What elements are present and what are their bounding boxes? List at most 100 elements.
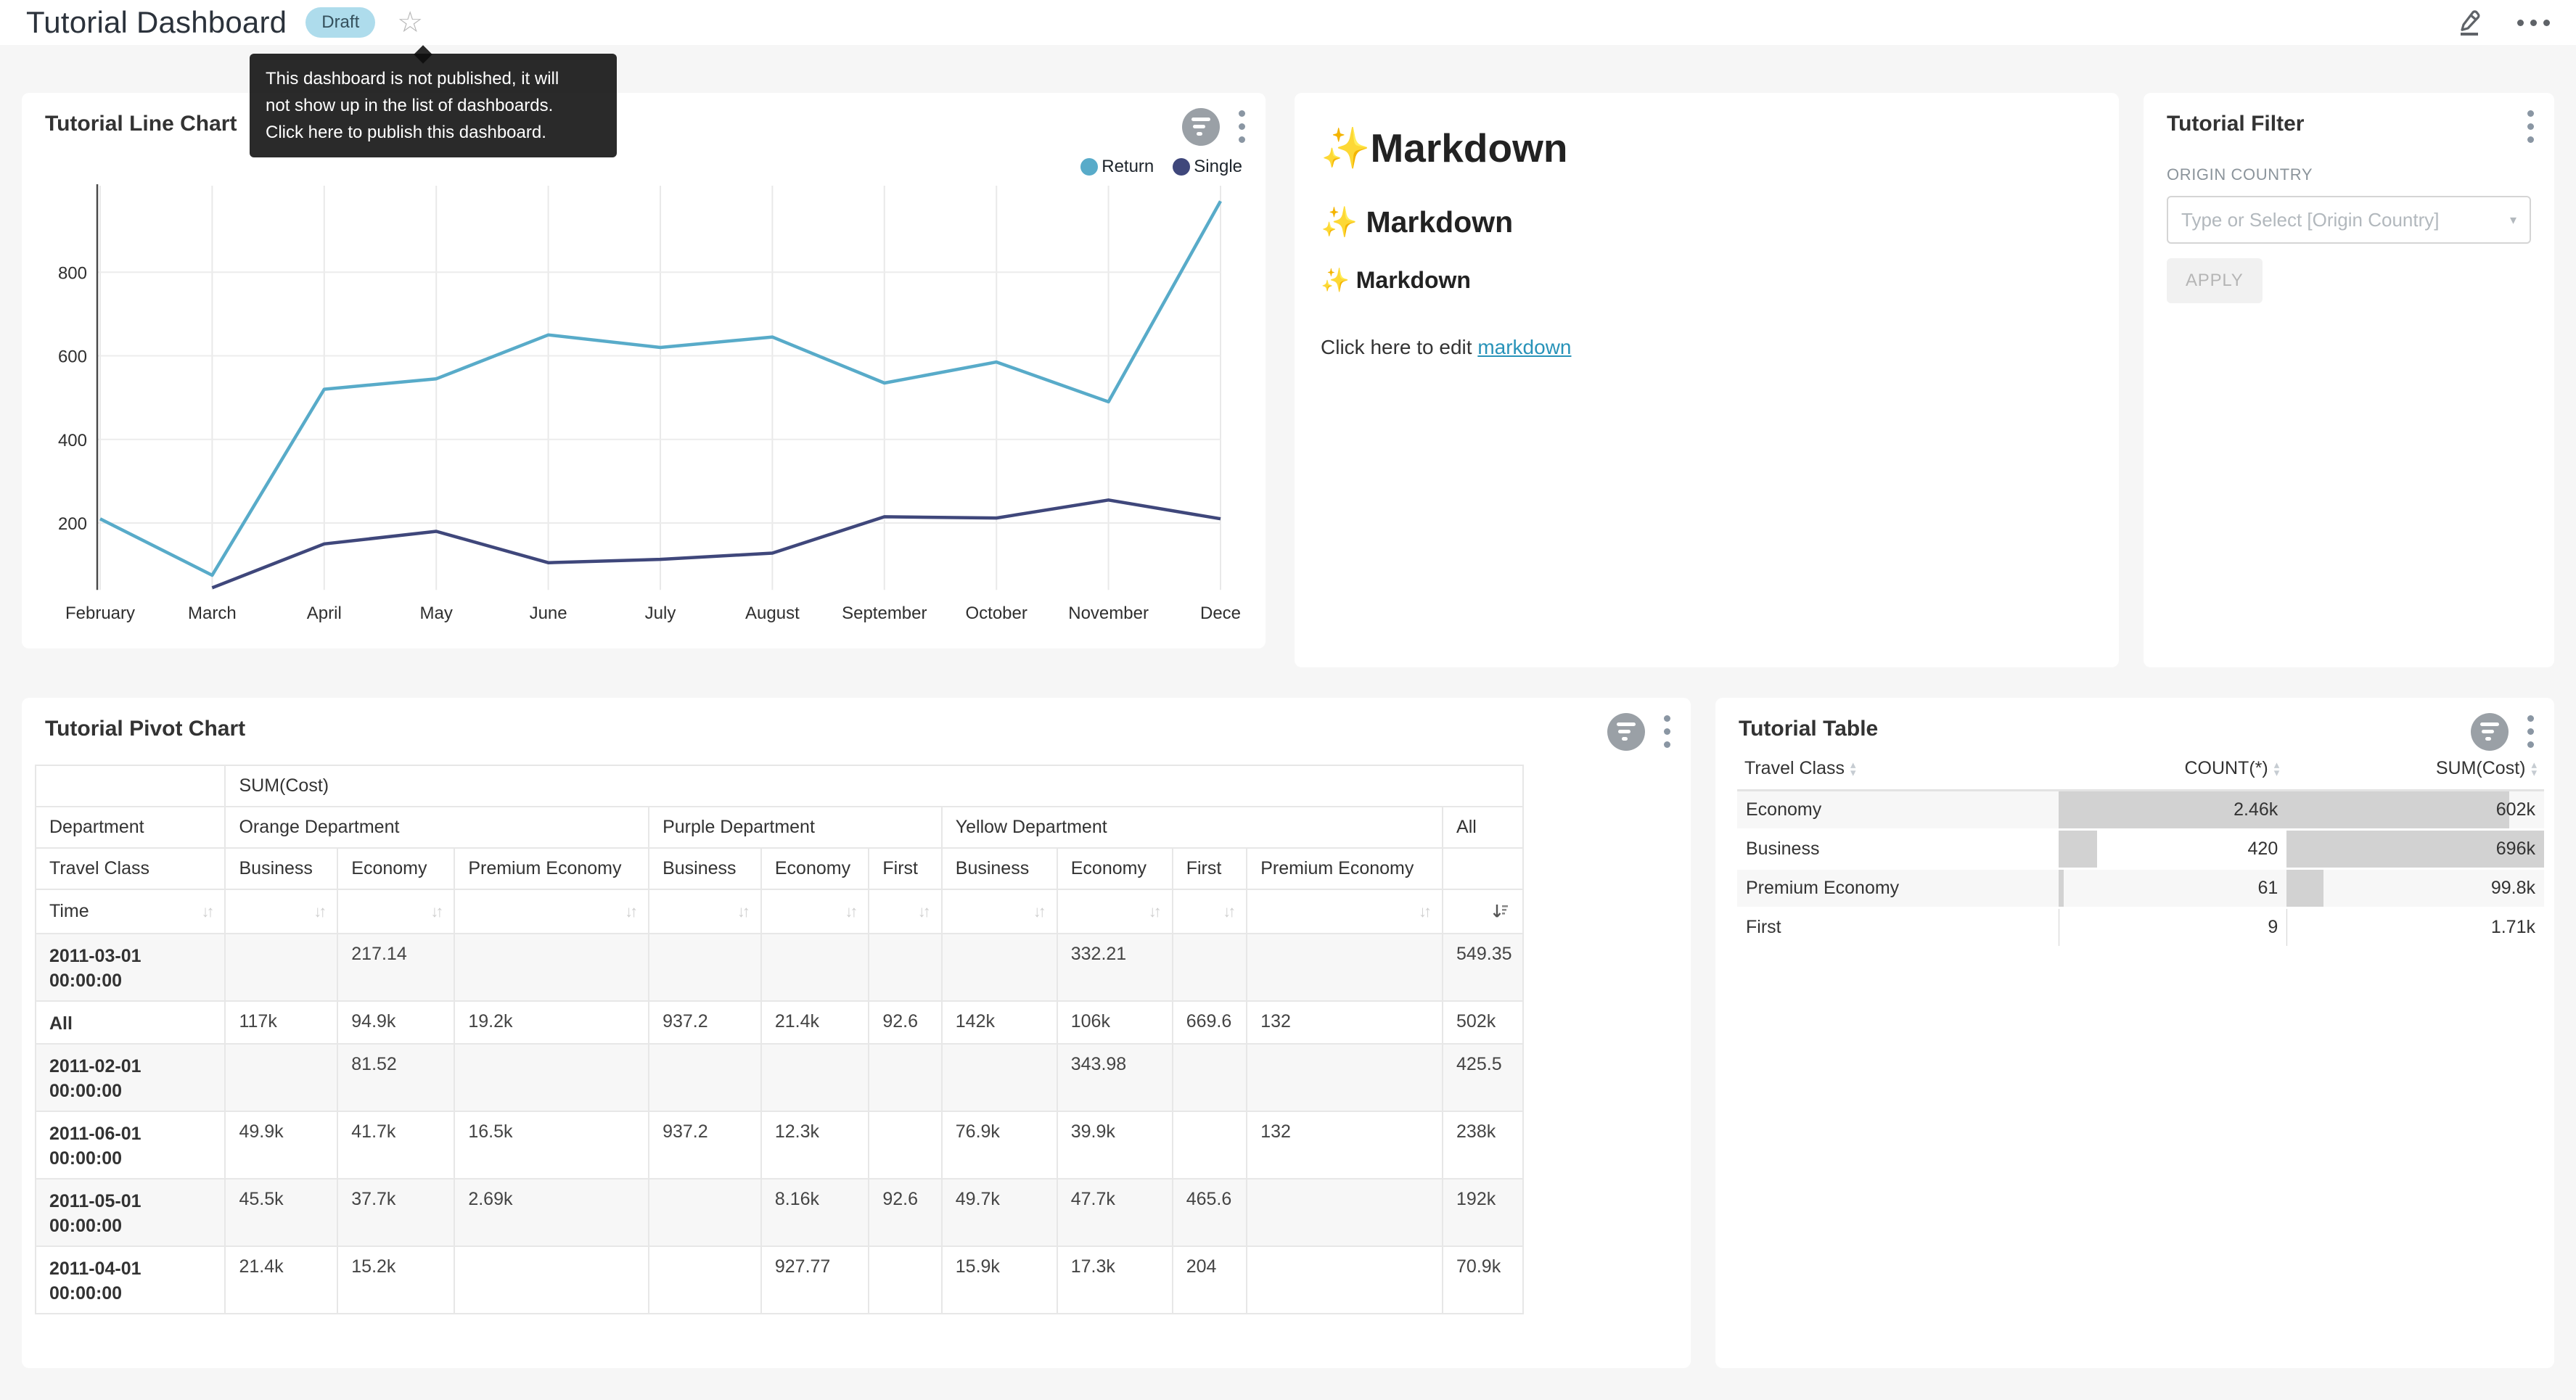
- line-chart-plot[interactable]: 200400600800FebruaryMarchAprilMayJuneJul…: [22, 174, 1266, 631]
- favorite-star-icon[interactable]: ☆: [397, 8, 423, 37]
- apply-button[interactable]: APPLY: [2167, 258, 2263, 303]
- sort-icon[interactable]: ↓↑: [1419, 902, 1429, 921]
- filter-card: Tutorial Filter ORIGIN COUNTRY Type or S…: [2144, 93, 2554, 667]
- pivot-value-cell: 937.2: [649, 1001, 761, 1044]
- pivot-value-cell: [454, 1044, 649, 1111]
- filter-indicator-icon[interactable]: [1607, 713, 1645, 751]
- sort-icon[interactable]: ↓↑: [313, 902, 324, 921]
- sort-icon[interactable]: ↓↑: [845, 902, 855, 921]
- sort-icon[interactable]: ↓↑: [625, 902, 635, 921]
- markdown-card[interactable]: ✨Markdown ✨ Markdown ✨ Markdown Click he…: [1295, 93, 2119, 667]
- pivot-value-cell: 37.7k: [337, 1179, 454, 1246]
- table-column-header[interactable]: COUNT(*)▴▾: [2059, 749, 2287, 790]
- pivot-value-cell: 21.4k: [225, 1246, 337, 1314]
- pivot-value-cell: 70.9k: [1443, 1246, 1523, 1314]
- sort-icon[interactable]: ↓↑: [430, 902, 440, 921]
- pivot-class-header[interactable]: Economy: [761, 848, 869, 889]
- x-tick-label: July: [645, 604, 676, 623]
- sort-carets-icon[interactable]: ▴▾: [2531, 761, 2537, 777]
- pivot-value-cell: [869, 1246, 941, 1314]
- count-cell: 2.46k: [2059, 790, 2287, 829]
- x-tick-label: April: [307, 604, 342, 623]
- x-tick-label: October: [966, 604, 1027, 623]
- pivot-table: SUM(Cost)DepartmentOrange DepartmentPurp…: [35, 765, 1524, 1314]
- pivot-sort-header[interactable]: ↓↑: [869, 889, 941, 934]
- pivot-sort-header[interactable]: ↓↑: [1247, 889, 1443, 934]
- sort-carets-icon[interactable]: ▴▾: [1850, 761, 1856, 777]
- pivot-class-header[interactable]: Business: [942, 848, 1057, 889]
- pivot-value-cell: [1247, 1044, 1443, 1111]
- pivot-sort-header[interactable]: ↓↑: [761, 889, 869, 934]
- pivot-value-cell: [454, 934, 649, 1001]
- sort-icon[interactable]: ↓↑: [918, 902, 928, 921]
- legend-dot-single: [1173, 158, 1190, 176]
- value-bar: [2059, 831, 2098, 868]
- pivot-class-header[interactable]: Business: [649, 848, 761, 889]
- sum-cell: 696k: [2286, 829, 2544, 868]
- markdown-heading-2: ✨ Markdown: [1321, 205, 2093, 240]
- pivot-value-cell: [942, 1044, 1057, 1111]
- pivot-sort-header[interactable]: ↓↑: [649, 889, 761, 934]
- pivot-group-header[interactable]: Orange Department: [225, 807, 649, 848]
- sort-icon[interactable]: ↓↑: [737, 902, 747, 921]
- x-tick-label: February: [65, 604, 135, 623]
- pivot-class-header[interactable]: First: [869, 848, 941, 889]
- edit-dashboard-button[interactable]: [2453, 5, 2485, 41]
- x-tick-label: September: [842, 604, 927, 623]
- sort-icon[interactable]: ↓↑: [201, 902, 211, 921]
- pivot-class-header[interactable]: Economy: [337, 848, 454, 889]
- sort-desc-active-icon[interactable]: [1492, 902, 1509, 921]
- pivot-class-header[interactable]: Economy: [1057, 848, 1173, 889]
- y-tick-label: 600: [58, 347, 87, 367]
- filter-indicator-icon[interactable]: [2471, 713, 2509, 751]
- table-column-header[interactable]: Travel Class▴▾: [1737, 749, 2059, 790]
- chart-menu-kebab-icon[interactable]: [1236, 107, 1248, 146]
- pivot-sort-header[interactable]: ↓↑: [225, 889, 337, 934]
- pivot-row: 2011-02-0100:00:0081.52343.98425.5: [36, 1044, 1523, 1111]
- pivot-row-label: 2011-06-0100:00:00: [36, 1111, 225, 1179]
- sort-icon[interactable]: ↓↑: [1223, 902, 1233, 921]
- origin-country-select[interactable]: Type or Select [Origin Country] ▾: [2167, 196, 2531, 244]
- sort-carets-icon[interactable]: ▴▾: [2274, 761, 2280, 777]
- pivot-group-header[interactable]: Yellow Department: [942, 807, 1443, 848]
- table-column-header[interactable]: SUM(Cost)▴▾: [2286, 749, 2544, 790]
- pivot-value-cell: 343.98: [1057, 1044, 1173, 1111]
- markdown-edit-link[interactable]: markdown: [1477, 336, 1571, 358]
- pivot-row-label: 2011-02-0100:00:00: [36, 1044, 225, 1111]
- pivot-class-header[interactable]: Premium Economy: [1247, 848, 1443, 889]
- value-bar: [2059, 870, 2064, 907]
- pivot-value-cell: [942, 934, 1057, 1001]
- pivot-value-cell: 94.9k: [337, 1001, 454, 1044]
- value-bar: [2286, 870, 2323, 907]
- sort-icon[interactable]: ↓↑: [1149, 902, 1159, 921]
- pivot-class-header[interactable]: Premium Economy: [454, 848, 649, 889]
- pivot-sort-header-all[interactable]: [1443, 889, 1523, 934]
- publish-tooltip: This dashboard is not published, it will…: [250, 54, 617, 157]
- markdown-paragraph: Click here to edit markdown: [1321, 336, 2093, 359]
- series-line-single: [212, 500, 1221, 588]
- pivot-value-cell: [649, 1044, 761, 1111]
- pivot-time-header[interactable]: Time↓↑: [36, 889, 225, 934]
- table-card-title: Tutorial Table: [1739, 717, 1878, 741]
- pivot-sort-header[interactable]: ↓↑: [454, 889, 649, 934]
- filter-menu-kebab-icon[interactable]: [2524, 107, 2537, 146]
- pivot-chart-title: Tutorial Pivot Chart: [45, 717, 245, 741]
- page-title: Tutorial Dashboard: [26, 5, 287, 40]
- pivot-class-header[interactable]: Business: [225, 848, 337, 889]
- sort-icon[interactable]: ↓↑: [1033, 902, 1043, 921]
- pivot-sort-header[interactable]: ↓↑: [1173, 889, 1247, 934]
- chart-menu-kebab-icon[interactable]: [2524, 712, 2537, 751]
- pivot-sort-header[interactable]: ↓↑: [337, 889, 454, 934]
- draft-badge[interactable]: Draft: [305, 7, 375, 38]
- more-actions-ellipsis-icon[interactable]: [2517, 20, 2550, 26]
- count-cell: 420: [2059, 829, 2287, 868]
- pivot-value-cell: [869, 1111, 941, 1179]
- pivot-group-header[interactable]: Purple Department: [649, 807, 942, 848]
- pivot-row: 2011-06-0100:00:0049.9k41.7k16.5k937.212…: [36, 1111, 1523, 1179]
- x-tick-label: August: [745, 604, 800, 623]
- filter-indicator-icon[interactable]: [1182, 108, 1220, 146]
- chart-menu-kebab-icon[interactable]: [1661, 712, 1673, 751]
- pivot-sort-header[interactable]: ↓↑: [1057, 889, 1173, 934]
- pivot-sort-header[interactable]: ↓↑: [942, 889, 1057, 934]
- pivot-class-header[interactable]: First: [1173, 848, 1247, 889]
